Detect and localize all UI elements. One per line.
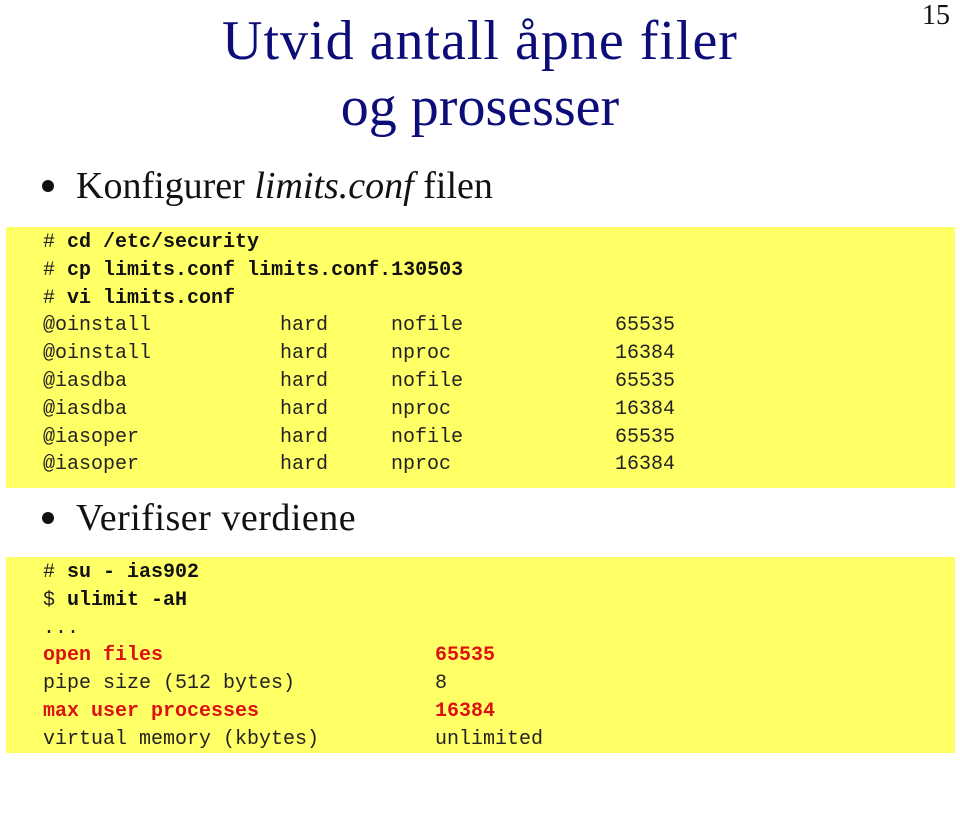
output-value: unlimited	[435, 727, 544, 751]
command: ulimit -aH	[67, 588, 188, 612]
prompt: #	[43, 286, 56, 310]
ellipsis: ...	[43, 616, 80, 640]
bullet-icon	[42, 512, 54, 524]
limit-type: hard	[280, 397, 329, 421]
limit-domain: @iasoper	[43, 425, 140, 449]
output-label: open files	[43, 644, 164, 668]
output-row-virtual-memory: virtual memory (kbytes) unlimited	[43, 726, 955, 754]
limits-row: @oinstall hard nproc 16384	[43, 340, 955, 368]
output-row-max-user-processes: max user processes 16384	[43, 698, 955, 726]
limit-value: 65535	[615, 425, 676, 449]
output-row-pipe-size: pipe size (512 bytes) 8	[43, 670, 955, 698]
limit-item: nproc	[391, 397, 452, 421]
title-line-1: Utvid antall åpne filer	[222, 10, 738, 72]
limit-type: hard	[280, 453, 329, 477]
output-value: 65535	[435, 644, 496, 668]
limit-value: 16384	[615, 453, 676, 477]
limit-value: 16384	[615, 397, 676, 421]
prompt: #	[43, 231, 56, 254]
limit-item: nproc	[391, 342, 452, 366]
bullet-text-before: Konfigurer	[76, 165, 255, 207]
command-line: # su - ias902	[43, 559, 955, 587]
bullet-text: Konfigurer limits.conf filen	[76, 164, 493, 208]
prompt: $	[43, 588, 56, 612]
slide-title: Utvid antall åpne filer og prosesser	[0, 8, 960, 140]
limits-row: @iasoper hard nproc 16384	[43, 451, 955, 479]
bullet-filename: limits.conf	[254, 165, 414, 207]
limit-type: hard	[280, 314, 329, 338]
command: cp limits.conf limits.conf.130503	[67, 258, 464, 282]
limit-value: 16384	[615, 342, 676, 366]
limits-row: @iasdba hard nproc 16384	[43, 396, 955, 424]
limit-domain: @iasdba	[43, 397, 128, 421]
bullet-verify: Verifiser verdiene	[42, 496, 356, 540]
title-line-2: og prosesser	[340, 76, 620, 138]
command-line: # vi limits.conf	[43, 285, 955, 313]
verify-code-block: # su - ias902 $ ulimit -aH ... open file…	[6, 557, 955, 753]
bullet-configure: Konfigurer limits.conf filen	[42, 164, 493, 208]
limit-type: hard	[280, 425, 329, 449]
output-label: virtual memory (kbytes)	[43, 727, 320, 751]
command: vi limits.conf	[67, 286, 236, 310]
limit-item: nproc	[391, 453, 452, 477]
limit-item: nofile	[391, 314, 464, 338]
output-value: 16384	[435, 699, 496, 723]
config-code-block: # cd /etc/security # cp limits.conf limi…	[6, 227, 955, 488]
limit-type: hard	[280, 369, 329, 393]
command-line: $ ulimit -aH	[43, 587, 955, 615]
limit-domain: @oinstall	[43, 342, 152, 366]
limits-row: @iasoper hard nofile 65535	[43, 424, 955, 452]
limit-item: nofile	[391, 369, 464, 393]
output-label: pipe size (512 bytes)	[43, 672, 296, 696]
command: cd /etc/security	[67, 231, 260, 254]
prompt: #	[43, 258, 56, 282]
limits-row: @oinstall hard nofile 65535	[43, 312, 955, 340]
bullet-text: Verifiser verdiene	[76, 497, 357, 539]
limit-value: 65535	[615, 314, 676, 338]
output-label: max user processes	[43, 699, 260, 723]
command: su - ias902	[67, 561, 200, 584]
limit-type: hard	[280, 342, 329, 366]
limit-item: nofile	[391, 425, 464, 449]
prompt: #	[43, 561, 56, 584]
output-value: 8	[435, 672, 448, 696]
output-row-open-files: open files 65535	[43, 642, 955, 670]
limit-value: 65535	[615, 369, 676, 393]
limit-domain: @iasdba	[43, 369, 128, 393]
command-line: # cd /etc/security	[43, 229, 955, 257]
bullet-icon	[42, 180, 54, 192]
bullet-text-after: filen	[413, 165, 493, 207]
limit-domain: @iasoper	[43, 453, 140, 477]
command-line: # cp limits.conf limits.conf.130503	[43, 257, 955, 285]
limits-row: @iasdba hard nofile 65535	[43, 368, 955, 396]
limit-domain: @oinstall	[43, 314, 152, 338]
